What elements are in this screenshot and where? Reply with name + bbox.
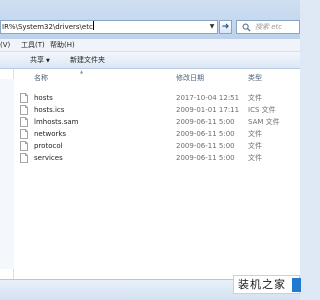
file-list[interactable]: 名称 ▲ 修改日期 类型 hosts 2017-10-04 12:51 文件 h…: [14, 69, 300, 279]
file-type: ICS 文件: [248, 106, 276, 114]
navigation-tree: [0, 79, 14, 269]
navigation-pane[interactable]: [0, 69, 14, 279]
file-row[interactable]: hosts.ics 2009-01-01 17:11 ICS 文件: [20, 105, 298, 115]
file-row[interactable]: protocol 2009-06-11 5:00 文件: [20, 141, 298, 151]
chevron-down-icon: ▼: [46, 58, 50, 64]
column-header-type[interactable]: 类型: [248, 73, 262, 83]
search-placeholder: 搜索 etc: [255, 23, 283, 31]
menu-item-help[interactable]: 帮助(H): [50, 39, 75, 52]
file-icon: [20, 105, 28, 115]
file-row[interactable]: services 2009-06-11 5:00 文件: [20, 153, 298, 163]
file-date: 2009-06-11 5:00: [176, 118, 235, 126]
address-path: IR%\System32\drivers\etc: [2, 23, 93, 31]
file-date: 2009-06-11 5:00: [176, 130, 235, 138]
address-dropdown-button[interactable]: ▼: [207, 21, 217, 33]
search-input[interactable]: 搜索 etc: [236, 20, 300, 34]
file-name: protocol: [34, 142, 63, 150]
file-date: 2017-10-04 12:51: [176, 94, 240, 102]
address-field[interactable]: IR%\System32\drivers\etc: [0, 20, 218, 34]
command-toolbar: 共享 ▼ 新建文件夹: [0, 52, 300, 69]
file-name: networks: [34, 130, 67, 138]
watermark-text: 装机之家: [238, 278, 286, 291]
file-name: hosts.ics: [34, 106, 65, 114]
file-date: 2009-01-01 17:11: [176, 106, 240, 114]
file-name: hosts: [34, 94, 53, 102]
menu-item-view[interactable]: (V): [0, 39, 10, 52]
menu-item-tools[interactable]: 工具(T): [21, 39, 45, 52]
text-caret: [92, 21, 94, 30]
file-date: 2009-06-11 5:00: [176, 142, 235, 150]
file-row[interactable]: networks 2009-06-11 5:00 文件: [20, 129, 298, 139]
brand-logo-icon: [292, 278, 301, 292]
share-button[interactable]: 共享 ▼: [30, 52, 50, 70]
file-row[interactable]: lmhosts.sam 2009-06-11 5:00 SAM 文件: [20, 117, 298, 127]
file-type: 文件: [248, 154, 262, 162]
file-type: 文件: [248, 130, 262, 138]
chevron-down-icon: ▼: [209, 23, 215, 30]
menu-bar: (V) 工具(T) 帮助(H): [0, 39, 300, 52]
column-header-name[interactable]: 名称: [34, 73, 48, 83]
watermark-logo: 装机之家: [233, 275, 301, 294]
file-type: 文件: [248, 94, 262, 102]
file-icon: [20, 93, 28, 103]
file-type: SAM 文件: [248, 118, 280, 126]
file-type: 文件: [248, 142, 262, 150]
go-button[interactable]: ➜: [219, 20, 232, 34]
column-name-label: 名称: [34, 74, 48, 82]
address-bar-area: IR%\System32\drivers\etc ▼ ➜ 搜索 etc: [0, 0, 300, 39]
column-header-modified[interactable]: 修改日期: [176, 73, 204, 83]
arrow-right-icon: ➜: [221, 22, 230, 32]
file-icon: [20, 117, 28, 127]
file-date: 2009-06-11 5:00: [176, 154, 235, 162]
search-icon: [242, 23, 251, 32]
file-name: lmhosts.sam: [34, 118, 79, 126]
share-label: 共享: [30, 56, 44, 64]
file-row[interactable]: hosts 2017-10-04 12:51 文件: [20, 93, 298, 103]
file-icon: [20, 129, 28, 139]
file-icon: [20, 141, 28, 151]
file-icon: [20, 153, 28, 163]
explorer-window: IR%\System32\drivers\etc ▼ ➜ 搜索 etc (V) …: [0, 0, 301, 300]
new-folder-button[interactable]: 新建文件夹: [70, 52, 105, 69]
file-name: services: [34, 154, 63, 162]
sort-up-icon: ▲: [80, 69, 84, 74]
